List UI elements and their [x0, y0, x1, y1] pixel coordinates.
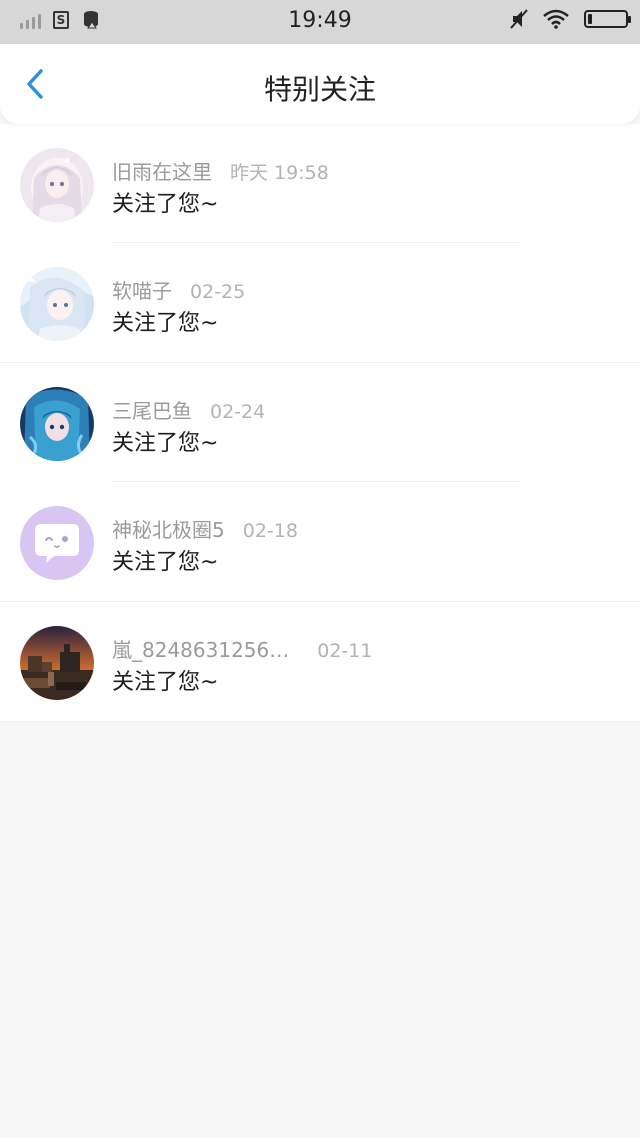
list-item[interactable]: 神秘北极圈5 02-18 关注了您~ [0, 482, 640, 602]
chat-bubble-face-icon [20, 506, 94, 580]
name-row: 三尾巴鱼 02-24 [112, 395, 620, 423]
notification-message: 关注了您~ [112, 670, 219, 695]
user-name[interactable]: 三尾巴鱼 [112, 395, 192, 424]
name-row: 嵐_8248631256… 02-11 [112, 634, 620, 662]
name-row: 旧雨在这里 昨天 19:58 [112, 156, 620, 184]
notification-message: 关注了您~ [112, 431, 219, 456]
anime-girl-avatar-icon [20, 267, 94, 341]
name-row: 神秘北极圈5 02-18 [112, 514, 620, 542]
item-text: 嵐_8248631256… 02-11 关注了您~ [112, 634, 620, 696]
user-name[interactable]: 神秘北极圈5 [112, 514, 225, 543]
anime-girl-avatar-icon [20, 387, 94, 461]
minecraft-sunset-icon [20, 626, 94, 700]
avatar[interactable] [20, 626, 94, 700]
timestamp: 02-18 [242, 520, 298, 542]
notification-message: 关注了您~ [112, 550, 219, 575]
wifi-icon [543, 9, 569, 29]
notification-list: 旧雨在这里 昨天 19:58 关注了您~ 软喵子 02-25 关注了您~ 三尾巴… [0, 124, 640, 722]
page-title: 特别关注 [263, 73, 376, 106]
battery-icon [584, 10, 631, 28]
timestamp: 02-11 [317, 640, 373, 662]
item-text: 三尾巴鱼 02-24 关注了您~ [112, 395, 620, 457]
avatar[interactable] [20, 387, 94, 461]
status-bar: S 19:49 [0, 0, 640, 44]
avatar[interactable] [20, 506, 94, 580]
notification-message: 关注了您~ [112, 311, 219, 336]
item-text: 旧雨在这里 昨天 19:58 关注了您~ [112, 156, 620, 218]
list-item[interactable]: 旧雨在这里 昨天 19:58 关注了您~ [0, 124, 640, 243]
timestamp: 02-24 [210, 401, 266, 423]
mute-icon [510, 9, 528, 29]
avatar[interactable] [20, 267, 94, 341]
list-item[interactable]: 嵐_8248631256… 02-11 关注了您~ [0, 602, 640, 722]
avatar[interactable] [20, 148, 94, 222]
user-name[interactable]: 软喵子 [112, 275, 172, 304]
status-right [510, 9, 631, 29]
list-item[interactable]: 三尾巴鱼 02-24 关注了您~ [0, 363, 640, 482]
notification-message: 关注了您~ [112, 192, 219, 217]
anime-girl-avatar-icon [20, 148, 94, 222]
item-text: 神秘北极圈5 02-18 关注了您~ [112, 514, 620, 576]
list-item[interactable]: 软喵子 02-25 关注了您~ [0, 243, 640, 363]
user-name[interactable]: 嵐_8248631256… [112, 634, 289, 663]
name-row: 软喵子 02-25 [112, 275, 620, 303]
user-name[interactable]: 旧雨在这里 [112, 156, 212, 185]
item-text: 软喵子 02-25 关注了您~ [112, 275, 620, 337]
nav-header: 特别关注 [0, 44, 640, 124]
timestamp: 昨天 19:58 [230, 162, 329, 184]
timestamp: 02-25 [190, 281, 246, 303]
